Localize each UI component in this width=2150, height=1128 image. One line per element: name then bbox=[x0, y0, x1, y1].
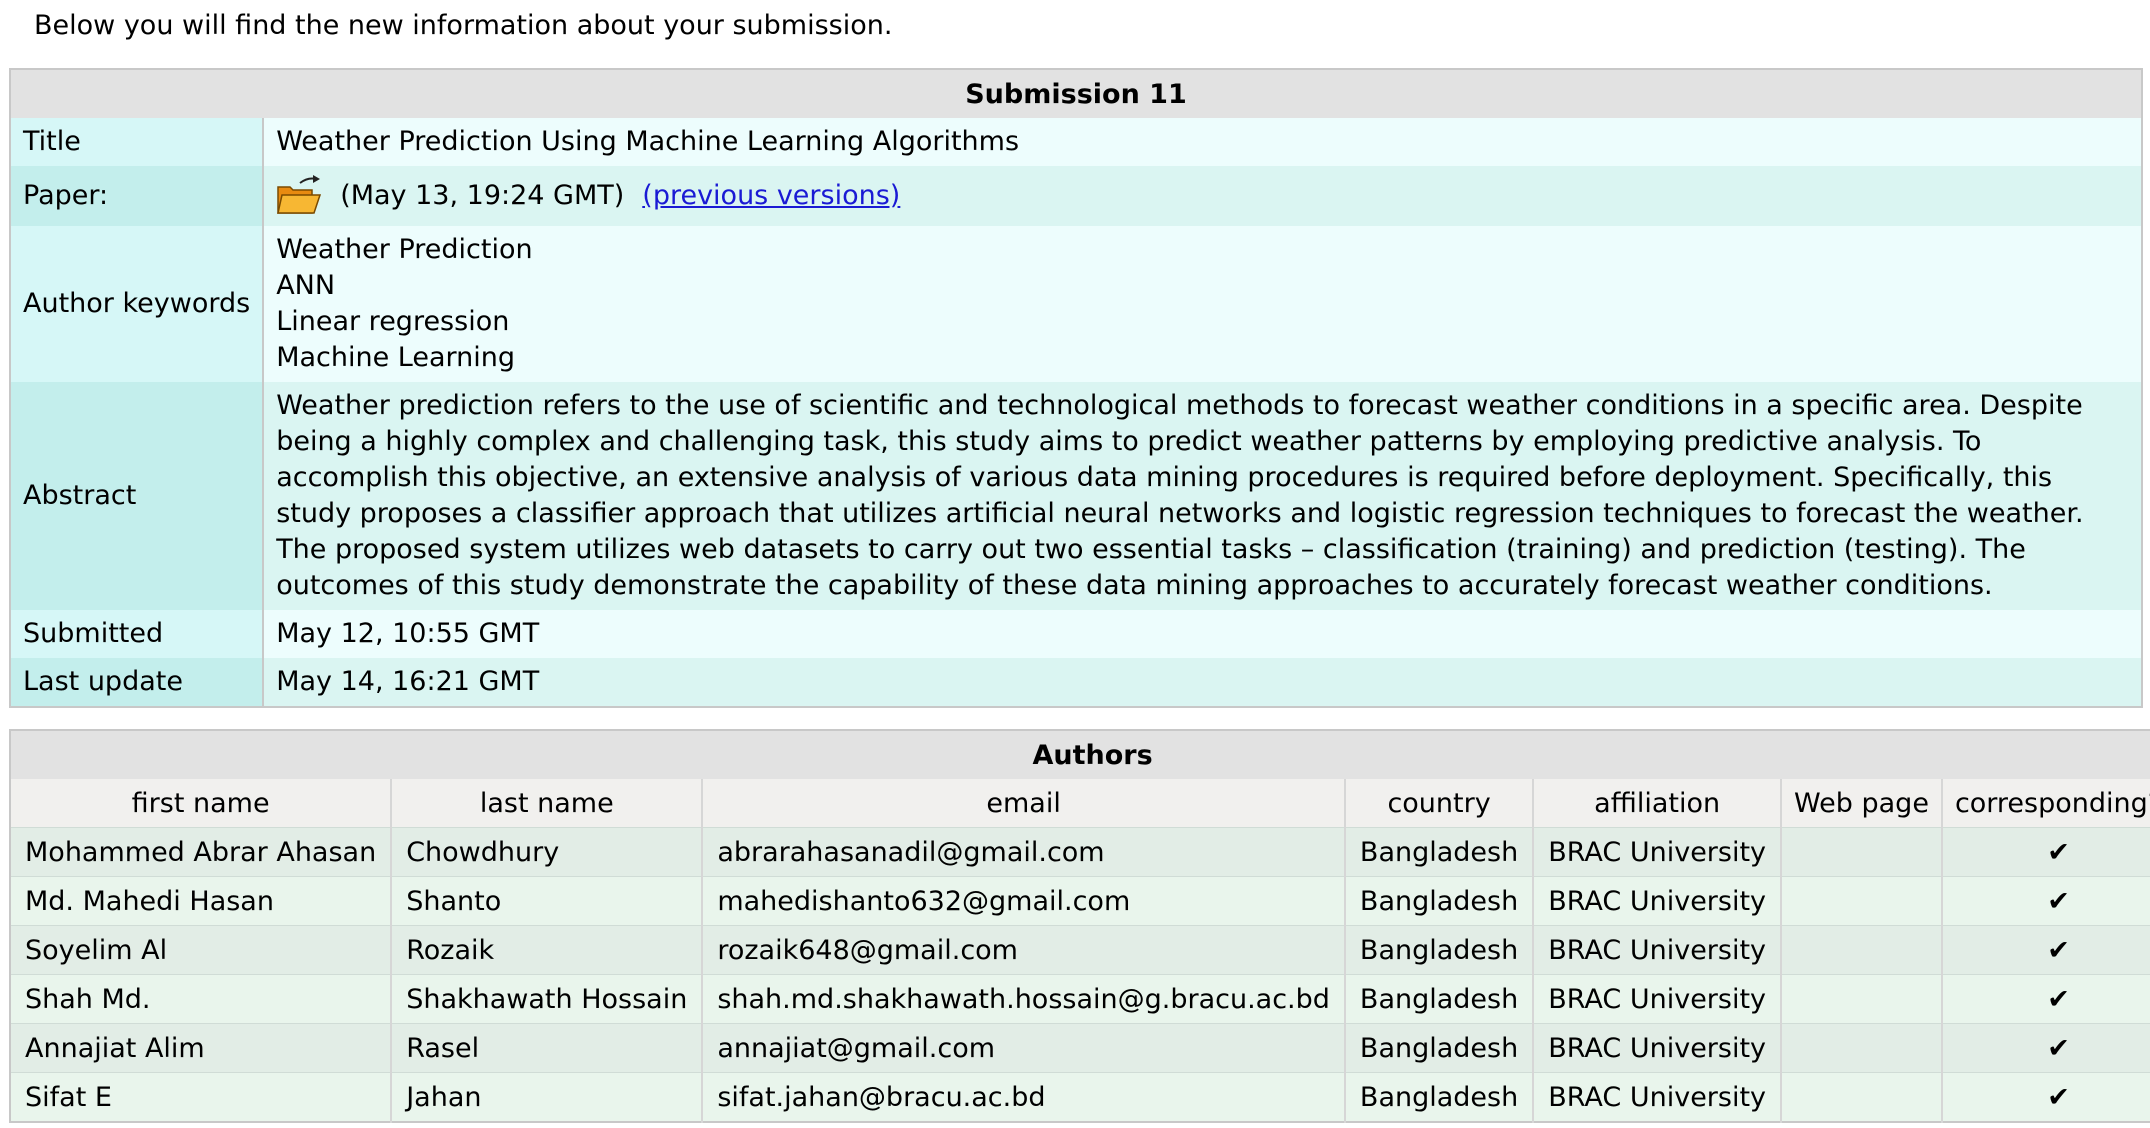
author-web-page bbox=[1781, 1023, 1943, 1073]
last-update-label: Last update bbox=[10, 658, 265, 707]
author-affiliation: BRAC University bbox=[1533, 827, 1783, 877]
author-affiliation: BRAC University bbox=[1533, 974, 1783, 1024]
keyword-item: ANN bbox=[276, 270, 336, 301]
author-country: Bangladesh bbox=[1344, 1023, 1535, 1073]
keywords-label: Author keywords bbox=[10, 226, 265, 382]
author-last-name: Jahan bbox=[391, 1072, 704, 1122]
author-affiliation: BRAC University bbox=[1533, 1072, 1783, 1122]
authors-caption: Authors bbox=[10, 730, 2150, 779]
author-first-name: Soyelim Al bbox=[10, 925, 393, 975]
author-row: Soyelim Al Rozaik rozaik648@gmail.com Bangl… bbox=[10, 925, 2150, 975]
author-affiliation: BRAC University bbox=[1533, 876, 1783, 926]
author-last-name: Rozaik bbox=[391, 925, 704, 975]
keyword-item: Weather Prediction bbox=[276, 234, 533, 265]
column-header-affiliation: affiliation bbox=[1533, 779, 1783, 828]
keyword-item: Machine Learning bbox=[276, 342, 516, 373]
keyword-item: Linear regression bbox=[276, 306, 510, 337]
paper-date: (May 13, 19:24 GMT) bbox=[340, 180, 625, 211]
keywords-row: Author keywords Weather Prediction ANN L… bbox=[10, 226, 2142, 382]
submitted-row: Submitted May 12, 10:55 GMT bbox=[10, 610, 2142, 658]
author-first-name: Sifat E bbox=[10, 1072, 393, 1122]
submitted-value: May 12, 10:55 GMT bbox=[263, 610, 2142, 658]
abstract-text: Weather prediction refers to the use of … bbox=[276, 390, 2084, 601]
author-corresponding-check: ✔ bbox=[1941, 876, 2150, 926]
title-row: Title Weather Prediction Using Machine L… bbox=[10, 118, 2142, 166]
column-header-corresponding: corresponding? bbox=[1941, 779, 2150, 828]
submission-table: Submission 11 Title Weather Prediction U… bbox=[9, 68, 2143, 708]
author-country: Bangladesh bbox=[1344, 974, 1535, 1024]
abstract-label: Abstract bbox=[10, 382, 265, 610]
author-last-name: Rasel bbox=[391, 1023, 704, 1073]
column-header-country: country bbox=[1344, 779, 1535, 828]
author-corresponding-check: ✔ bbox=[1941, 974, 2150, 1024]
author-email: mahedishanto632@gmail.com bbox=[702, 876, 1346, 926]
author-corresponding-check: ✔ bbox=[1941, 1072, 2150, 1122]
author-row: Sifat E Jahan sifat.jahan@bracu.ac.bd Bangl… bbox=[10, 1072, 2150, 1122]
author-web-page bbox=[1781, 1072, 1943, 1122]
author-row: Md. Mahedi Hasan Shanto mahedishanto632@gm… bbox=[10, 876, 2150, 926]
column-header-first-name: first name bbox=[10, 779, 393, 828]
author-first-name: Md. Mahedi Hasan bbox=[10, 876, 393, 926]
author-first-name: Shah Md. bbox=[10, 974, 393, 1024]
author-email: sifat.jahan@bracu.ac.bd bbox=[702, 1072, 1346, 1122]
author-first-name: Mohammed Abrar Ahasan bbox=[10, 827, 393, 877]
author-email: rozaik648@gmail.com bbox=[702, 925, 1346, 975]
title-value: Weather Prediction Using Machine Learnin… bbox=[263, 118, 2142, 166]
authors-table: Authors first name last name email count… bbox=[9, 729, 2150, 1123]
author-web-page bbox=[1781, 827, 1943, 877]
author-corresponding-check: ✔ bbox=[1941, 1023, 2150, 1073]
author-row: Mohammed Abrar Ahasan Chowdhury abrarahasa… bbox=[10, 827, 2150, 877]
author-first-name: Annajiat Alim bbox=[10, 1023, 393, 1073]
authors-body: Mohammed Abrar Ahasan Chowdhury abrarahasa… bbox=[10, 827, 2150, 1122]
authors-header-row: first name last name email country affil… bbox=[10, 779, 2150, 828]
paper-label: Paper: bbox=[10, 166, 265, 226]
author-last-name: Chowdhury bbox=[391, 827, 704, 877]
column-header-web-page: Web page bbox=[1781, 779, 1943, 828]
keywords-list: Weather Prediction ANN Linear regression… bbox=[263, 226, 2142, 382]
folder-open-icon[interactable] bbox=[276, 175, 322, 217]
last-update-value: May 14, 16:21 GMT bbox=[263, 658, 2142, 707]
author-web-page bbox=[1781, 925, 1943, 975]
paper-row: Paper: (May 13, 19:24 GMT) (previous ver… bbox=[10, 166, 2142, 226]
author-email: shah.md.shakhawath.hossain@g.bracu.ac.bd bbox=[702, 974, 1346, 1024]
intro-text: Below you will find the new information … bbox=[34, 10, 893, 41]
author-last-name: Shanto bbox=[391, 876, 704, 926]
author-row: Annajiat Alim Rasel annajiat@gmail.com Bang… bbox=[10, 1023, 2150, 1073]
author-web-page bbox=[1781, 876, 1943, 926]
title-label: Title bbox=[10, 118, 265, 166]
abstract-value: Weather prediction refers to the use of … bbox=[263, 382, 2142, 610]
author-corresponding-check: ✔ bbox=[1941, 925, 2150, 975]
author-country: Bangladesh bbox=[1344, 925, 1535, 975]
author-country: Bangladesh bbox=[1344, 827, 1535, 877]
author-last-name: Shakhawath Hossain bbox=[391, 974, 704, 1024]
author-email: annajiat@gmail.com bbox=[702, 1023, 1346, 1073]
paper-value: (May 13, 19:24 GMT) (previous versions) bbox=[263, 166, 2142, 226]
submission-caption: Submission 11 bbox=[10, 69, 2142, 118]
author-affiliation: BRAC University bbox=[1533, 925, 1783, 975]
last-update-row: Last update May 14, 16:21 GMT bbox=[10, 658, 2142, 707]
submitted-label: Submitted bbox=[10, 610, 265, 658]
author-row: Shah Md. Shakhawath Hossain shah.md.shakha… bbox=[10, 974, 2150, 1024]
author-country: Bangladesh bbox=[1344, 876, 1535, 926]
author-web-page bbox=[1781, 974, 1943, 1024]
author-corresponding-check: ✔ bbox=[1941, 827, 2150, 877]
author-email: abrarahasanadil@gmail.com bbox=[702, 827, 1346, 877]
previous-versions-link[interactable]: (previous versions) bbox=[642, 178, 900, 214]
abstract-row: Abstract Weather prediction refers to th… bbox=[10, 382, 2142, 610]
column-header-last-name: last name bbox=[391, 779, 704, 828]
column-header-email: email bbox=[702, 779, 1346, 828]
author-affiliation: BRAC University bbox=[1533, 1023, 1783, 1073]
author-country: Bangladesh bbox=[1344, 1072, 1535, 1122]
